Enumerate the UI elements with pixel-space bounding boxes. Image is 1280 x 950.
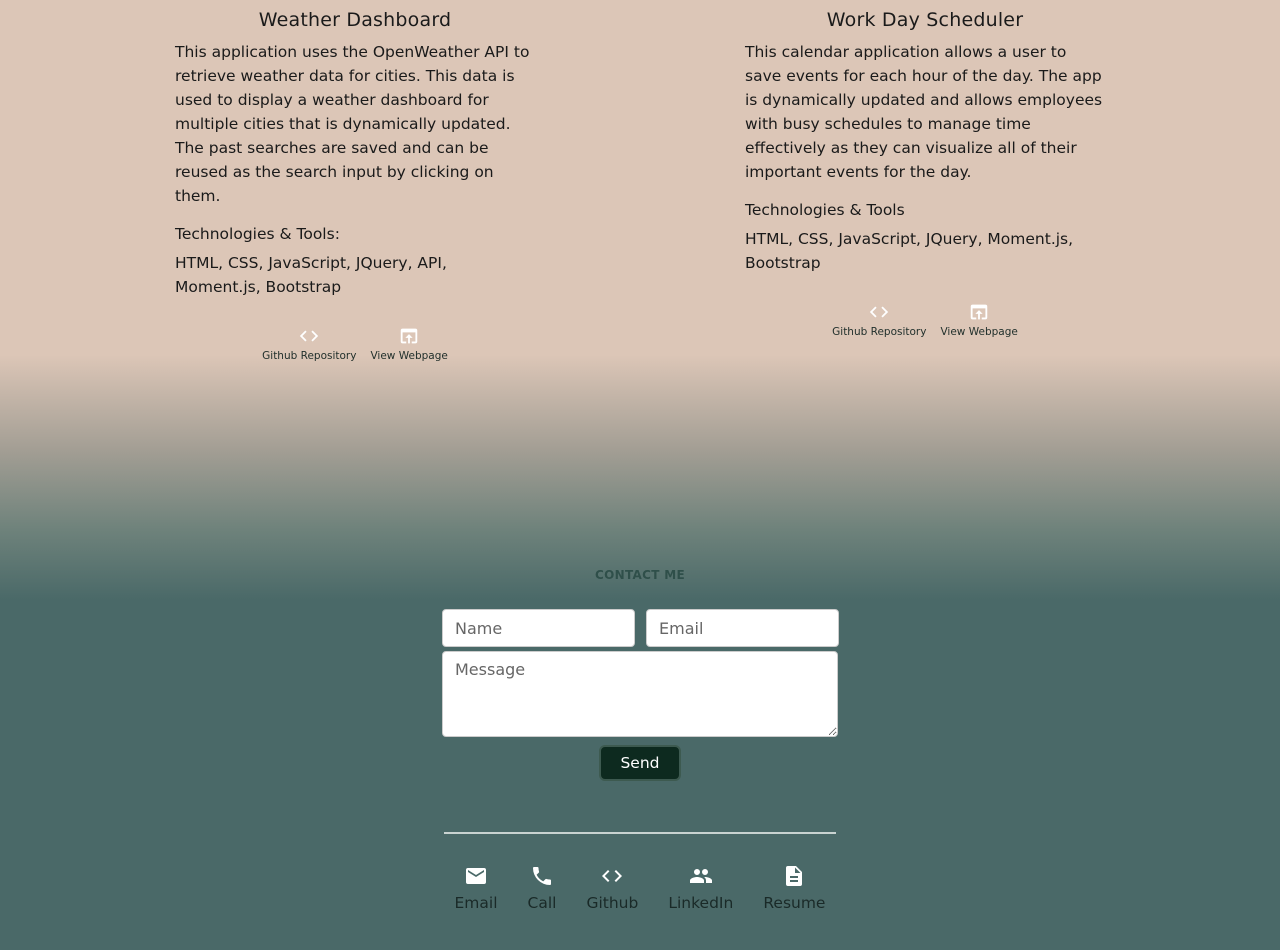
phone-icon [533, 867, 551, 885]
message-textarea[interactable] [442, 651, 838, 737]
project-links: Github Repository View Webpage [745, 301, 1105, 338]
send-button[interactable]: Send [599, 745, 681, 781]
view-webpage-label: View Webpage [370, 350, 448, 362]
footer-email-link[interactable]: Email [440, 864, 513, 912]
footer-resume-label: Resume [763, 894, 826, 912]
tech-label: Technologies & Tools: [175, 225, 340, 243]
footer-nav: Email Call Github LinkedIn Resume [444, 864, 836, 912]
email-icon [466, 868, 487, 884]
footer-github-link[interactable]: Github [571, 864, 653, 912]
footer-linkedin-link[interactable]: LinkedIn [653, 864, 748, 912]
code-icon [870, 306, 889, 318]
footer-github-label: Github [586, 894, 639, 912]
contact-section: CONTACT ME [0, 568, 1280, 582]
view-webpage-link[interactable]: View Webpage [940, 301, 1018, 338]
open-in-browser-icon [400, 328, 418, 344]
project-card-weather-dashboard: Weather Dashboard This application uses … [175, 8, 535, 362]
footer-resume-link[interactable]: Resume [748, 864, 840, 912]
contact-row [442, 609, 839, 647]
footer-call-label: Call [527, 894, 557, 912]
footer-divider [444, 832, 836, 834]
tech-list: HTML, CSS, JavaScript, JQuery, API, Mome… [175, 254, 447, 296]
tech-list: HTML, CSS, JavaScript, JQuery, Moment.js… [745, 230, 1074, 272]
project-card-work-day-scheduler: Work Day Scheduler This calendar applica… [745, 8, 1105, 338]
footer-email-label: Email [454, 894, 498, 912]
contact-form: Send [442, 609, 839, 781]
footer-call-link[interactable]: Call [513, 864, 572, 912]
code-icon [300, 330, 319, 342]
view-webpage-link[interactable]: View Webpage [370, 325, 448, 362]
github-repository-label: Github Repository [832, 326, 927, 338]
contact-heading: CONTACT ME [595, 568, 685, 582]
github-repository-label: Github Repository [262, 350, 357, 362]
project-links: Github Repository View Webpage [175, 325, 535, 362]
code-icon [602, 870, 623, 882]
people-icon [689, 869, 712, 883]
project-title: Weather Dashboard [258, 9, 452, 31]
name-input[interactable] [442, 609, 635, 647]
document-icon [786, 866, 803, 886]
github-repository-link[interactable]: Github Repository [832, 301, 926, 338]
view-webpage-label: View Webpage [940, 326, 1018, 338]
project-description: This calendar application allows a user … [745, 43, 1103, 181]
project-description: This application uses the OpenWeather AP… [175, 43, 530, 205]
tech-label: Technologies & Tools [745, 201, 905, 219]
footer-linkedin-label: LinkedIn [668, 894, 734, 912]
project-title: Work Day Scheduler [826, 9, 1024, 31]
github-repository-link[interactable]: Github Repository [262, 325, 356, 362]
open-in-browser-icon [970, 304, 988, 320]
email-input[interactable] [646, 609, 839, 647]
